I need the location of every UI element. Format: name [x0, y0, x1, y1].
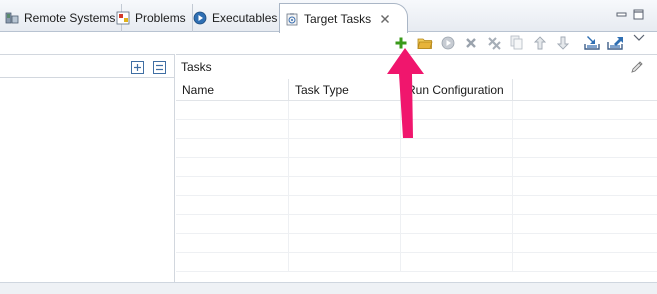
table-cell: [401, 234, 513, 253]
column-header-filler: [513, 79, 657, 101]
table-cell: [176, 139, 289, 158]
remove-all-icon: [486, 35, 502, 54]
task-tree-header: [0, 54, 175, 78]
tab-problems[interactable]: Problems: [111, 4, 193, 32]
table-cell: [176, 158, 289, 177]
minimize-icon[interactable]: [616, 9, 627, 20]
move-up-button[interactable]: [531, 35, 549, 53]
run-button[interactable]: [439, 35, 457, 53]
tab-executables[interactable]: Executables: [188, 4, 285, 32]
maximize-icon[interactable]: [633, 9, 644, 20]
table-cell: [289, 158, 401, 177]
table-row[interactable]: [176, 196, 657, 215]
tab-remote-systems[interactable]: Remote Systems: [0, 4, 123, 32]
table-row[interactable]: [176, 177, 657, 196]
table-cell: [513, 158, 657, 177]
table-cell: [513, 234, 657, 253]
table-row[interactable]: [176, 158, 657, 177]
bottom-border: [0, 282, 657, 294]
view-menu-chevron-icon[interactable]: [632, 32, 646, 44]
copy-icon: [510, 35, 524, 54]
table-cell: [513, 253, 657, 272]
pencil-icon[interactable]: [629, 59, 645, 75]
table-cell: [176, 234, 289, 253]
close-icon[interactable]: [379, 13, 391, 25]
table-cell: [513, 196, 657, 215]
annotation-arrow-icon: [387, 48, 424, 138]
remove-all-button[interactable]: [485, 35, 503, 53]
table-cell: [289, 234, 401, 253]
table-cell: [401, 253, 513, 272]
table-cell: [513, 177, 657, 196]
table-cell: [513, 101, 657, 120]
table-cell: [289, 196, 401, 215]
table-cell: [401, 196, 513, 215]
table-row[interactable]: [176, 215, 657, 234]
delete-x-icon: [465, 37, 477, 52]
tab-target-tasks[interactable]: Target Tasks: [279, 3, 409, 33]
column-header-name[interactable]: Name: [176, 79, 289, 101]
import-button[interactable]: [584, 35, 602, 53]
view-toolbar: [0, 32, 657, 54]
table-row[interactable]: [176, 253, 657, 272]
table-cell: [401, 158, 513, 177]
table-cell: [513, 139, 657, 158]
import-icon: [584, 35, 602, 54]
problems-icon: [115, 10, 131, 26]
expand-all-icon[interactable]: [131, 61, 144, 74]
table-cell: [513, 215, 657, 234]
table-cell: [176, 120, 289, 139]
table-cell: [289, 177, 401, 196]
table-cell: [401, 177, 513, 196]
task-tree-pane: [0, 54, 175, 282]
target-tasks-view: Remote Systems Problems Executables Targ…: [0, 0, 657, 294]
table-cell: [176, 177, 289, 196]
table-cell: [176, 215, 289, 234]
view-tab-strip: Remote Systems Problems Executables Targ…: [0, 0, 657, 33]
export-button[interactable]: [607, 35, 625, 53]
table-cell: [289, 215, 401, 234]
table-cell: [289, 253, 401, 272]
table-cell: [401, 215, 513, 234]
table-cell: [513, 120, 657, 139]
remote-systems-icon: [4, 10, 20, 26]
tab-label: Executables: [212, 11, 278, 25]
export-icon: [607, 35, 625, 54]
delete-button[interactable]: [462, 35, 480, 53]
target-tasks-icon: [284, 11, 300, 27]
table-cell: [176, 196, 289, 215]
table-cell: [176, 101, 289, 120]
table-row[interactable]: [176, 234, 657, 253]
tab-label: Target Tasks: [304, 11, 372, 26]
arrow-down-icon: [556, 36, 570, 53]
run-icon: [441, 36, 455, 53]
tab-label: Remote Systems: [24, 11, 116, 25]
tab-label: Problems: [135, 11, 186, 25]
executables-icon: [192, 10, 208, 26]
copy-button[interactable]: [508, 35, 526, 53]
collapse-all-icon[interactable]: [153, 61, 166, 74]
table-cell: [176, 253, 289, 272]
move-down-button[interactable]: [554, 35, 572, 53]
arrow-up-icon: [533, 35, 547, 53]
tasks-title: Tasks: [181, 60, 212, 74]
